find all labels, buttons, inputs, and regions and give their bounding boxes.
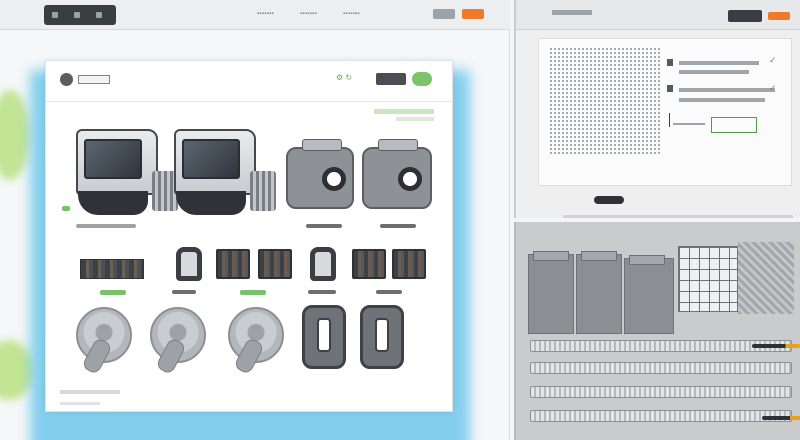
design-canvas[interactable]: ⚙ ↻ [45, 60, 453, 412]
part-thumbnail[interactable] [216, 249, 250, 279]
menu-item-2[interactable]: ▪▪▪▪▪▪▪ [300, 11, 317, 17]
tag-label [374, 109, 434, 114]
selection-box[interactable] [711, 117, 757, 133]
module-block[interactable] [528, 251, 574, 334]
machine-screen [84, 139, 142, 179]
document-label [78, 75, 110, 84]
disc-part[interactable] [228, 307, 284, 376]
pencil-icon [752, 344, 800, 348]
note-line [673, 123, 705, 125]
keypad-grid[interactable] [678, 246, 738, 312]
export-button[interactable] [376, 73, 406, 85]
pencil-icon [762, 416, 800, 420]
machine-arm [250, 171, 276, 211]
check-icon: ✓ [769, 83, 777, 93]
clamp-part[interactable] [310, 247, 336, 281]
bracket-part[interactable] [302, 305, 346, 369]
footer-note [60, 402, 100, 405]
circuit-board [738, 242, 794, 314]
disc-part[interactable] [150, 307, 206, 376]
canvas-header: ⚙ ↻ [46, 61, 452, 101]
preview-title [552, 10, 592, 15]
disc-handle [233, 336, 265, 376]
rail-strip [530, 386, 792, 398]
toolbar-button-orange[interactable] [462, 9, 484, 19]
forward-icon[interactable] [74, 12, 80, 18]
hardware-view [514, 222, 800, 440]
menu-icon[interactable] [96, 12, 102, 18]
tag-sublabel [396, 117, 434, 121]
dot-pattern [549, 47, 661, 155]
note-line [679, 98, 765, 102]
status-indicator [62, 206, 70, 211]
record-icon[interactable] [60, 73, 73, 86]
note-line [679, 70, 749, 74]
caption-bar [376, 290, 402, 294]
doc-icon [667, 59, 673, 66]
menu-item-3[interactable]: ▪▪▪▪▪▪▪ [343, 11, 360, 17]
part-thumbnail[interactable] [392, 249, 426, 279]
horizontal-scrollbar[interactable] [563, 215, 793, 218]
bracket-slot [375, 318, 389, 352]
module-cap [629, 255, 665, 265]
rail-strip [530, 362, 792, 374]
preview-panel: ✓ ✓ [514, 0, 800, 218]
part-strip[interactable] [80, 259, 144, 279]
bracket-slot [317, 318, 331, 352]
machine-render[interactable] [174, 129, 276, 215]
module-cap [533, 251, 569, 261]
gearbox-render[interactable] [286, 139, 354, 209]
print-preview[interactable]: ✓ ✓ [538, 38, 793, 218]
machine-screen [182, 139, 240, 179]
toolbar-button-grey[interactable] [433, 9, 455, 19]
preview-close-button[interactable] [768, 12, 790, 20]
note-line [679, 61, 759, 65]
decorative-splash [0, 340, 34, 400]
preview-action-button[interactable] [728, 10, 762, 22]
machine-base [176, 191, 246, 215]
app-root: ▪▪▪▪▪▪▪ ▪▪▪▪▪▪▪ ▪▪▪▪▪▪▪ ⚙ ↻ ✓ ✓ [0, 0, 800, 440]
gearbox-port [398, 167, 422, 191]
gearbox-stub [302, 139, 342, 151]
module-block[interactable] [624, 255, 674, 334]
caption-bar [380, 224, 416, 228]
machine-base [78, 191, 148, 215]
check-icon: ✓ [769, 55, 777, 65]
clamp-part[interactable] [176, 247, 202, 281]
note-line [679, 88, 775, 92]
caption-bar [76, 224, 136, 228]
disc-handle [155, 336, 187, 376]
status-indicator [100, 290, 126, 295]
doc-icon [667, 85, 673, 92]
divider [46, 101, 452, 102]
part-thumbnail[interactable] [258, 249, 292, 279]
toggle-switch[interactable] [412, 72, 432, 86]
caption-bar [172, 290, 196, 294]
preview-toolbar [516, 0, 800, 30]
window-controls[interactable] [44, 5, 116, 25]
gearbox-render[interactable] [362, 139, 432, 209]
module-block[interactable] [576, 251, 622, 334]
decorative-splash [0, 90, 30, 180]
settings-icon[interactable]: ⚙ ↻ [336, 73, 376, 85]
caption-bar [306, 224, 342, 228]
disc-part[interactable] [76, 307, 132, 376]
app-toolbar: ▪▪▪▪▪▪▪ ▪▪▪▪▪▪▪ ▪▪▪▪▪▪▪ [0, 0, 510, 30]
machine-render[interactable] [76, 129, 178, 215]
menu-bar: ▪▪▪▪▪▪▪ ▪▪▪▪▪▪▪ ▪▪▪▪▪▪▪ [257, 11, 360, 17]
gearbox-stub [378, 139, 418, 151]
menu-item-1[interactable]: ▪▪▪▪▪▪▪ [257, 11, 274, 17]
gearbox-port [322, 167, 346, 191]
disc-handle [81, 336, 113, 376]
part-thumbnail[interactable] [352, 249, 386, 279]
status-indicator [240, 290, 266, 295]
scroll-handle[interactable] [594, 196, 624, 204]
rail-strip [530, 410, 792, 422]
footer-note [60, 390, 120, 394]
bracket-part[interactable] [360, 305, 404, 369]
module-cap [581, 251, 617, 261]
back-icon[interactable] [52, 12, 58, 18]
divider [669, 113, 670, 127]
caption-bar [308, 290, 336, 294]
